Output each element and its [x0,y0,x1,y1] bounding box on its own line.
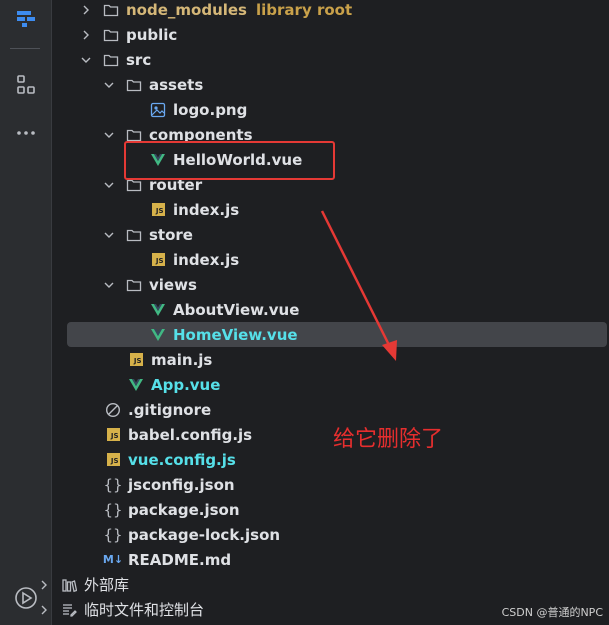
tree-item[interactable]: {} package.json [52,497,609,522]
tree-item-label: main.js [151,350,213,369]
run-icon[interactable] [12,584,40,612]
tree-item[interactable]: src [52,47,609,72]
markdown-icon: M↓ [102,553,124,566]
folder-icon [103,2,119,18]
tree-item[interactable]: {} package-lock.json [52,522,609,547]
tree-item[interactable]: public [52,22,609,47]
project-icon[interactable] [12,5,40,33]
tree-item-label: index.js [173,200,240,219]
tree-item[interactable]: {} jsconfig.json [52,472,609,497]
chevron-down-icon[interactable] [79,53,93,67]
highlight-box [124,141,335,180]
js-icon: JS [105,452,121,468]
tree-item-label: src [126,50,152,69]
tree-item-label: public [126,25,178,44]
chevron-down-icon[interactable] [102,78,116,92]
folder-icon [103,27,119,43]
tree-item-label: AboutView.vue [173,300,300,319]
activity-bar [0,0,52,625]
tree-item-label: index.js [173,250,240,269]
chevron-down-icon[interactable] [102,278,116,292]
tree-item[interactable]: .gitignore [52,397,609,422]
chevron-right-icon[interactable] [79,3,93,17]
vue-icon [128,377,144,393]
folder-icon [126,227,142,243]
chevron-right-icon[interactable] [37,603,51,617]
tree-item[interactable]: views [52,272,609,297]
chevron-down-icon[interactable] [102,178,116,192]
js-icon: JS [150,202,166,218]
tree-item-label: views [149,275,197,294]
tree-item[interactable]: node_modules library root [52,0,609,22]
tree-item-label: logo.png [173,100,248,119]
vue-icon [150,302,166,318]
chevron-down-icon[interactable] [102,228,116,242]
structure-icon[interactable] [12,71,40,99]
chevron-down-icon[interactable] [102,128,116,142]
watermark: CSDN @普通的NPC [501,606,603,619]
vue-icon [150,327,166,343]
tree-item[interactable]: JS babel.config.js [52,422,609,447]
tree-item-label: 临时文件和控制台 [84,601,205,619]
chevron-right-icon[interactable] [79,28,93,42]
js-icon: JS [150,252,166,268]
tree-item[interactable]: JS main.js [52,347,609,372]
tree-item-hint: library root [256,0,353,19]
tree-item-label: App.vue [151,375,221,394]
more-icon[interactable] [12,119,40,147]
tree-item[interactable]: logo.png [52,97,609,122]
tree-item-label: .gitignore [128,400,212,419]
tree-item[interactable]: AboutView.vue [52,297,609,322]
chevron-right-icon[interactable] [37,578,51,592]
tree-item-label: package.json [128,500,240,519]
tree-item[interactable]: 外部库 [41,572,609,597]
tree-item[interactable]: App.vue [52,372,609,397]
ignore-icon [105,402,121,418]
tree-item-label: store [149,225,193,244]
js-icon: JS [128,352,144,368]
library-icon [61,577,77,593]
tree-item-label: HomeView.vue [173,325,298,344]
tree-item-label: README.md [128,550,232,569]
tree-item-label: 外部库 [84,576,130,594]
tree-item-label: assets [149,75,204,94]
json-icon: {} [103,525,123,544]
project-tree: node_modules library root public src assets l… [41,0,609,625]
tree-item[interactable]: M↓ README.md [52,547,609,572]
tree-item-label: vue.config.js [128,450,236,469]
image-icon [150,102,166,118]
tree-item-label: node_modules [126,0,247,19]
annotation-text: 给它删除了 [333,427,444,452]
folder-icon [126,277,142,293]
tree-item-label: package-lock.json [128,525,281,544]
js-icon: JS [105,427,121,443]
json-icon: {} [103,500,123,519]
tree-item[interactable]: store [52,222,609,247]
folder-icon [103,52,119,68]
tree-item[interactable]: JS index.js [52,247,609,272]
tree-item[interactable]: JS vue.config.js [52,447,609,472]
json-icon: {} [103,475,123,494]
tree-item[interactable]: assets [52,72,609,97]
tree-item-label: babel.config.js [128,425,253,444]
tree-item-selected[interactable]: HomeView.vue [67,322,607,347]
tree-item-label: jsconfig.json [128,475,235,494]
folder-icon [126,77,142,93]
tree-item[interactable]: JS index.js [52,197,609,222]
scratches-icon [61,602,77,618]
